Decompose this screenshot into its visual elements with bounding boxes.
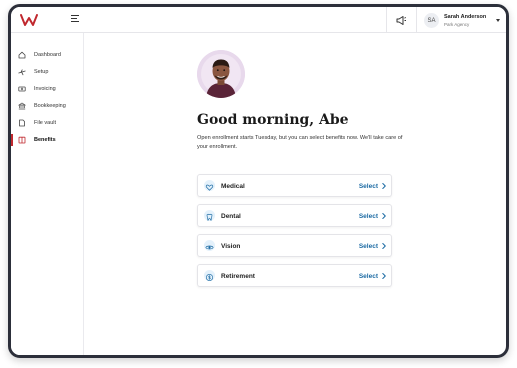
chevron-right-icon[interactable] — [381, 272, 387, 280]
benefit-card-retirement[interactable]: Retirement Select — [197, 264, 392, 287]
sidebar-item-dashboard[interactable]: Dashboard — [11, 48, 83, 62]
sidebar-item-label: Dashboard — [34, 51, 61, 58]
bank-icon — [18, 102, 26, 110]
sidebar-item-label: Bookkeeping — [34, 102, 66, 109]
eye-icon — [204, 240, 215, 251]
sidebar-item-label: File vault — [34, 119, 57, 126]
person-avatar-icon — [197, 50, 245, 98]
main-content: Good morning, Abe Open enrollment starts… — [84, 33, 506, 355]
user-avatar[interactable]: SA — [424, 13, 439, 28]
select-button[interactable]: Select — [359, 183, 378, 190]
sidebar-item-bookkeeping[interactable]: Bookkeeping — [11, 99, 83, 113]
sidebar: Dashboard Setup Invoicing Bookkeeping Fi… — [11, 33, 84, 355]
home-icon — [18, 51, 26, 59]
sidebar-item-label: Benefits — [34, 136, 56, 143]
select-button[interactable]: Select — [359, 243, 378, 250]
benefit-card-dental[interactable]: Dental Select — [197, 204, 392, 227]
user-name: Sarah Anderson — [444, 14, 487, 20]
top-bar: SA Sarah Anderson Park Agency — [11, 7, 506, 33]
megaphone-icon[interactable] — [395, 14, 407, 26]
sidebar-item-label: Setup — [34, 68, 49, 75]
benefit-name: Retirement — [221, 272, 255, 280]
folder-icon — [19, 119, 25, 127]
heart-icon — [204, 180, 215, 191]
sidebar-item-benefits[interactable]: Benefits — [11, 133, 83, 147]
chevron-right-icon[interactable] — [381, 242, 387, 250]
chevron-down-icon[interactable] — [496, 19, 500, 22]
profile-photo — [197, 50, 245, 98]
dollar-coin-icon — [204, 270, 215, 282]
select-button[interactable]: Select — [359, 273, 378, 280]
topbar-divider — [386, 7, 387, 33]
benefit-name: Dental — [221, 212, 241, 220]
sidebar-item-invoicing[interactable]: Invoicing — [11, 82, 83, 96]
device-frame: SA Sarah Anderson Park Agency Dashboard … — [8, 4, 509, 358]
enrollment-message: Open enrollment starts Tuesday, but you … — [197, 135, 403, 150]
benefit-card-vision[interactable]: Vision Select — [197, 234, 392, 257]
benefit-name: Medical — [221, 182, 245, 190]
chevron-right-icon[interactable] — [381, 182, 387, 190]
topbar-divider — [416, 7, 417, 33]
chevron-right-icon[interactable] — [381, 212, 387, 220]
sidebar-item-setup[interactable]: Setup — [11, 65, 83, 79]
benefit-card-medical[interactable]: Medical Select — [197, 174, 392, 197]
menu-toggle-icon[interactable] — [71, 15, 79, 24]
user-company: Park Agency — [444, 22, 470, 27]
greeting-heading: Good morning, Abe — [197, 112, 349, 128]
brand-w-logo-icon[interactable] — [20, 13, 38, 27]
gift-icon — [18, 136, 26, 144]
airplane-icon — [18, 69, 26, 76]
tooth-icon — [204, 210, 215, 221]
sidebar-item-label: Invoicing — [34, 85, 56, 92]
sidebar-item-file-vault[interactable]: File vault — [11, 116, 83, 130]
benefit-name: Vision — [221, 242, 241, 250]
select-button[interactable]: Select — [359, 213, 378, 220]
money-icon — [18, 86, 26, 92]
